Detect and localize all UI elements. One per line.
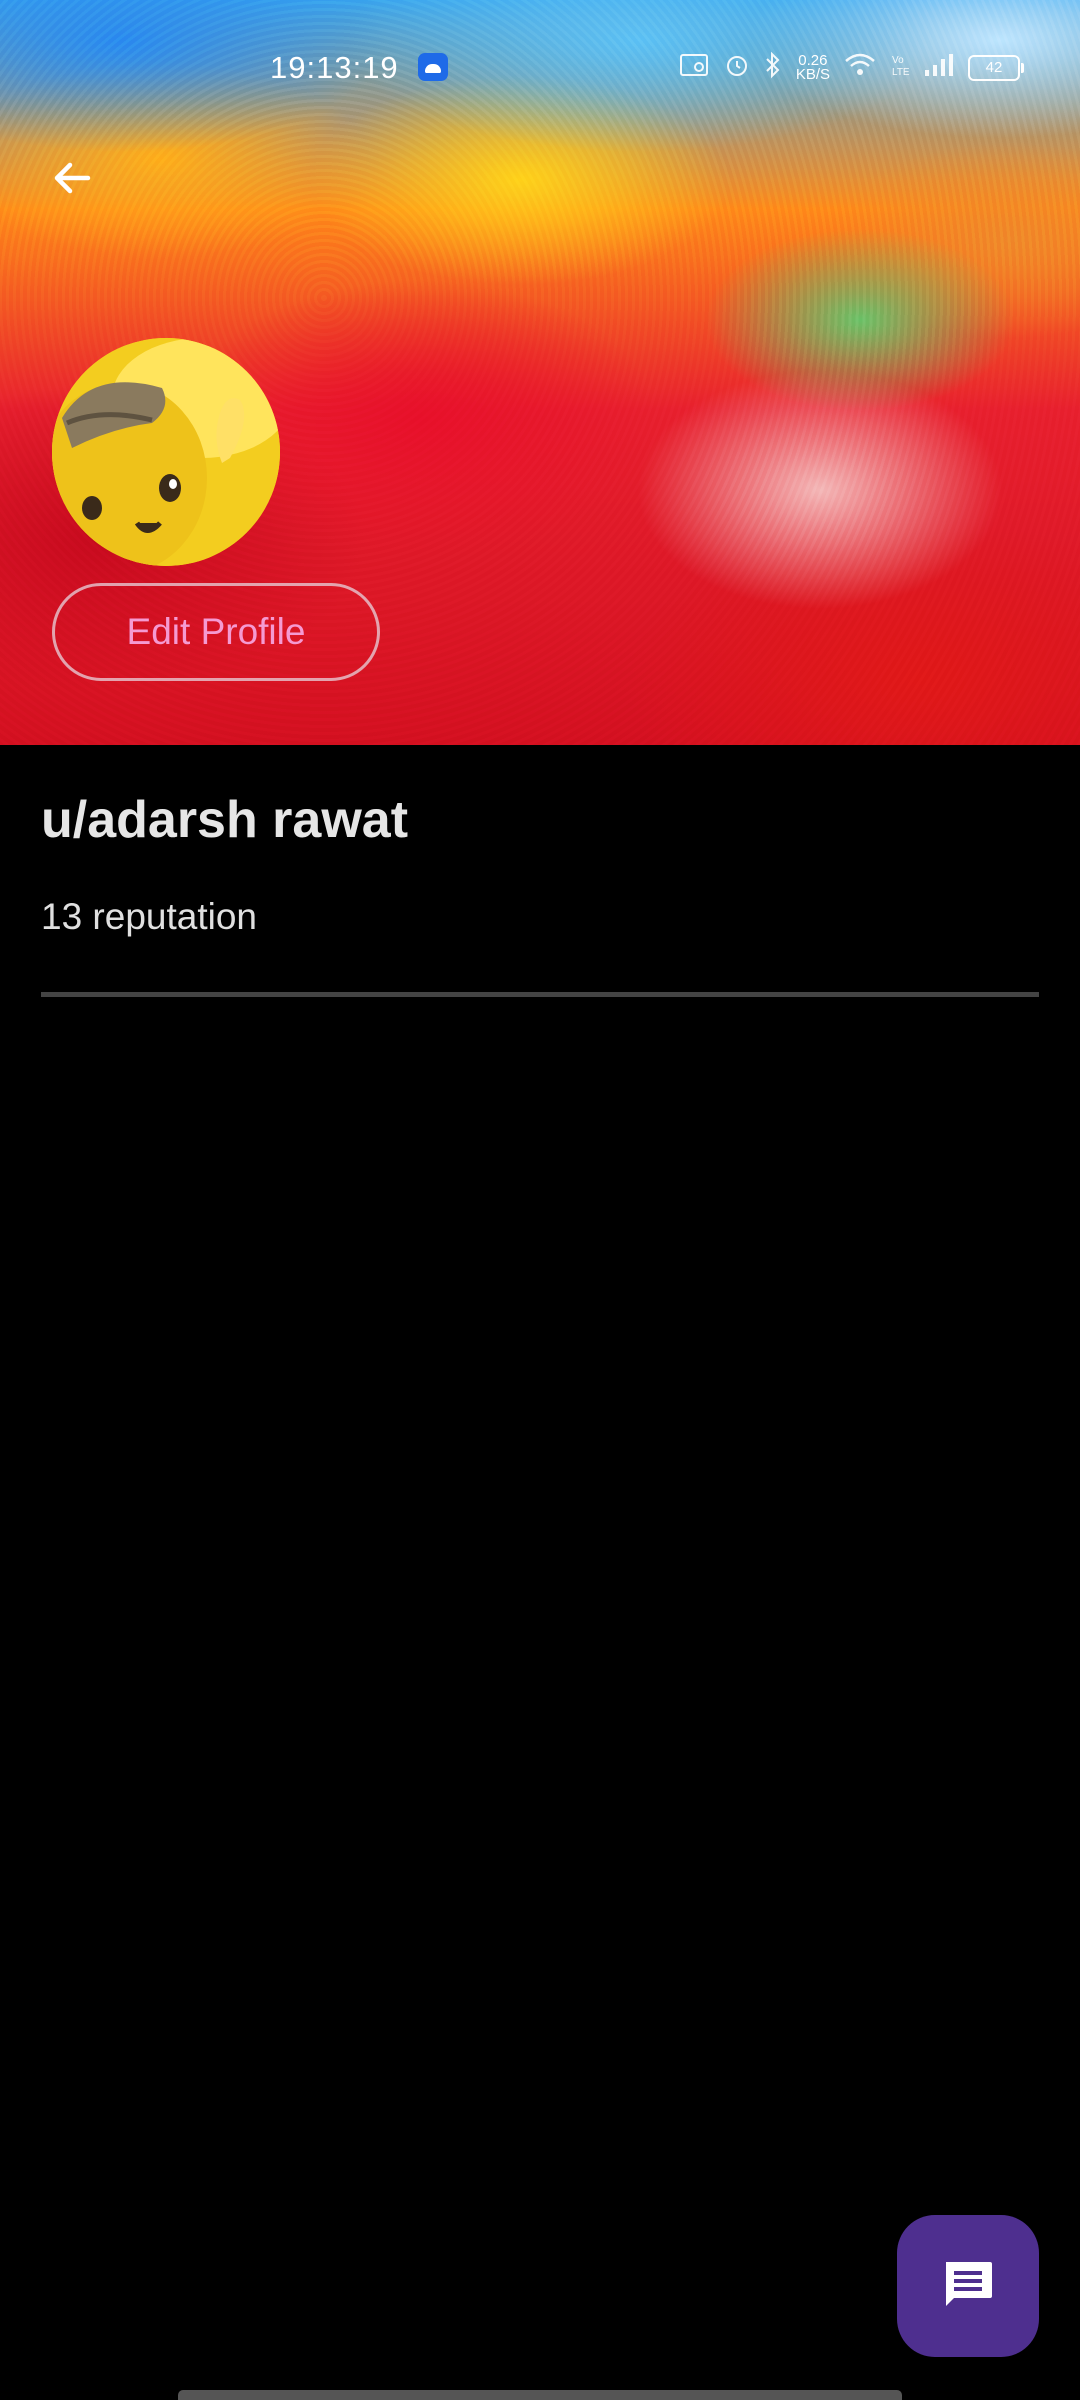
- android-app-icon: [418, 53, 448, 81]
- svg-text:LTE: LTE: [892, 67, 910, 78]
- message-fab-button[interactable]: [897, 2215, 1039, 2357]
- network-speed: 0.26 KB/S: [795, 53, 830, 83]
- avatar[interactable]: [52, 338, 280, 566]
- svg-text:Vo: Vo: [892, 55, 904, 66]
- edit-profile-button[interactable]: Edit Profile: [52, 583, 380, 681]
- divider: [41, 992, 1039, 997]
- username: u/adarsh rawat: [41, 791, 409, 849]
- battery-indicator: 42: [968, 55, 1024, 81]
- bluetooth-icon: [764, 51, 782, 85]
- back-button[interactable]: [40, 148, 104, 212]
- navigation-handle[interactable]: [178, 2390, 902, 2400]
- status-icons: 0.26 KB/S Vo LTE 42: [679, 51, 1024, 85]
- message-icon: [940, 2256, 996, 2317]
- signal-icon: [924, 53, 954, 83]
- reputation-count: 13 reputation: [41, 896, 258, 937]
- arrow-left-icon: [48, 154, 96, 207]
- status-time: 19:13:19: [270, 50, 399, 85]
- screen-record-icon: [679, 53, 710, 83]
- network-speed-unit: KB/S: [795, 66, 830, 83]
- status-bar: 19:13:19 0.26 KB/S Vo LTE 42: [0, 0, 1080, 130]
- wifi-icon: [844, 53, 876, 83]
- volte-icon: Vo LTE: [890, 52, 910, 84]
- alarm-icon: [724, 52, 750, 84]
- avatar-image: [52, 338, 280, 566]
